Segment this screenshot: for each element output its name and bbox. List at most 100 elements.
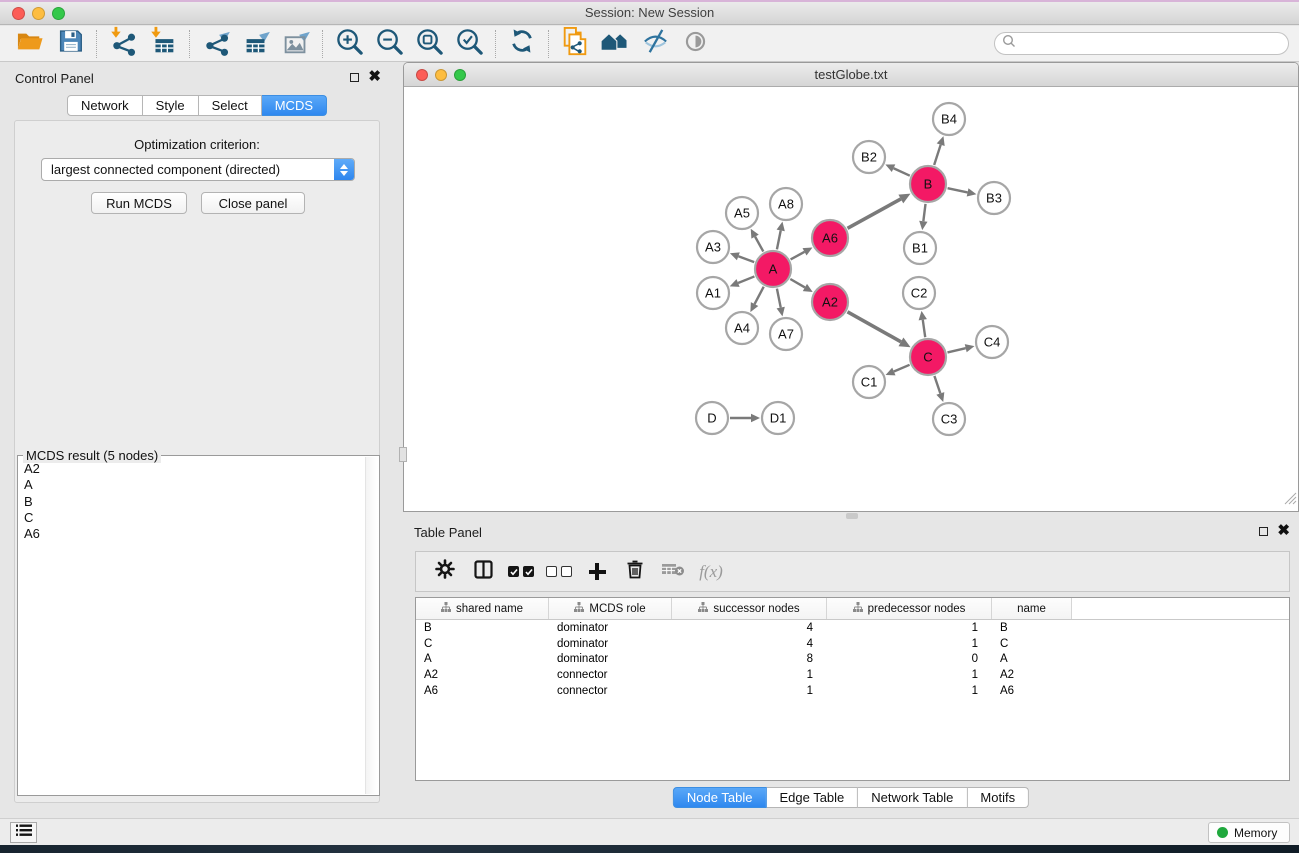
edge-B-B3[interactable] — [948, 188, 968, 192]
edge-B-B2[interactable] — [894, 168, 910, 175]
cell-mcds-role[interactable]: dominator — [549, 638, 672, 650]
column-header-mcds-role[interactable]: MCDS role — [549, 598, 672, 619]
cell-predecessor-nodes[interactable]: 1 — [827, 622, 992, 634]
edge-A-A1[interactable] — [738, 276, 754, 283]
tab-select[interactable]: Select — [199, 95, 262, 116]
result-item-c[interactable]: C — [18, 510, 365, 526]
cell-mcds-role[interactable]: connector — [549, 669, 672, 681]
function-builder-button[interactable]: f(x) — [692, 556, 730, 588]
cell-mcds-role[interactable]: dominator — [549, 622, 672, 634]
zoom-in-button[interactable] — [329, 28, 369, 60]
edge-C-C4[interactable] — [947, 348, 965, 352]
cell-name[interactable]: C — [992, 638, 1072, 650]
home-button[interactable] — [595, 28, 635, 60]
cell-shared-name[interactable]: A2 — [416, 669, 549, 681]
tab-mcds[interactable]: MCDS — [262, 95, 327, 116]
edge-A-A7[interactable] — [777, 289, 781, 308]
tab-motifs[interactable]: Motifs — [967, 787, 1029, 808]
edge-A-A3[interactable] — [738, 256, 754, 262]
open-session-button[interactable] — [10, 28, 50, 60]
horizontal-divider-grip[interactable] — [846, 513, 858, 519]
edge-B-B4[interactable] — [934, 145, 941, 165]
export-table-button[interactable] — [236, 28, 276, 60]
search-input[interactable] — [1016, 35, 1288, 53]
import-network-button[interactable] — [103, 28, 143, 60]
edge-A-A4[interactable] — [755, 287, 764, 304]
show-column-button[interactable] — [464, 556, 502, 588]
select-all-button[interactable] — [502, 556, 540, 588]
zoom-out-button[interactable] — [369, 28, 409, 60]
zoom-window-button[interactable] — [52, 7, 65, 20]
export-image-button[interactable] — [276, 28, 316, 60]
result-item-a6[interactable]: A6 — [18, 526, 365, 542]
cell-name[interactable]: A2 — [992, 669, 1072, 681]
result-scrollbar[interactable] — [365, 457, 378, 794]
cell-shared-name[interactable]: C — [416, 638, 549, 650]
task-history-button[interactable] — [10, 822, 37, 843]
cell-shared-name[interactable]: A — [416, 653, 549, 665]
column-header-shared-name[interactable]: shared name — [416, 598, 549, 619]
column-header-name[interactable]: name — [992, 598, 1072, 619]
edge-A-A2[interactable] — [790, 279, 805, 287]
float-panel-icon[interactable] — [1259, 527, 1268, 536]
save-session-button[interactable] — [50, 28, 90, 60]
close-panel-icon[interactable]: ✖ — [368, 72, 381, 82]
memory-button[interactable]: Memory — [1208, 822, 1290, 843]
search-field[interactable] — [994, 32, 1289, 55]
panel-divider-grip[interactable] — [399, 447, 407, 462]
table-row[interactable]: Cdominator41C — [416, 636, 1289, 652]
cell-predecessor-nodes[interactable]: 1 — [827, 638, 992, 650]
cell-successor-nodes[interactable]: 1 — [672, 669, 827, 681]
tab-edge-table[interactable]: Edge Table — [766, 787, 858, 808]
column-header-successor-nodes[interactable]: successor nodes — [672, 598, 827, 619]
edge-C-C1[interactable] — [894, 365, 910, 372]
tab-network[interactable]: Network — [67, 95, 143, 116]
refresh-view-button[interactable] — [502, 28, 542, 60]
result-item-a[interactable]: A — [18, 477, 365, 493]
edge-C-C3[interactable] — [934, 376, 940, 393]
new-network-from-selection-button[interactable] — [555, 28, 595, 60]
cell-mcds-role[interactable]: dominator — [549, 653, 672, 665]
edge-C-C2[interactable] — [923, 320, 925, 337]
cell-name[interactable]: A6 — [992, 685, 1072, 697]
column-header-predecessor-nodes[interactable]: predecessor nodes — [827, 598, 992, 619]
edge-A-A6[interactable] — [791, 252, 805, 260]
tab-node-table[interactable]: Node Table — [673, 787, 767, 808]
edge-A6-B[interactable] — [848, 199, 901, 228]
deselect-all-button[interactable] — [540, 556, 578, 588]
create-column-button[interactable] — [578, 556, 616, 588]
delete-column-button[interactable] — [616, 556, 654, 588]
close-panel-button[interactable]: Close panel — [201, 192, 305, 214]
tab-network-table[interactable]: Network Table — [858, 787, 967, 808]
cell-successor-nodes[interactable]: 4 — [672, 638, 827, 650]
close-window-button[interactable] — [12, 7, 25, 20]
run-mcds-button[interactable]: Run MCDS — [91, 192, 187, 214]
cell-shared-name[interactable]: B — [416, 622, 549, 634]
table-row[interactable]: Adominator80A — [416, 652, 1289, 668]
zoom-fit-button[interactable] — [409, 28, 449, 60]
cell-name[interactable]: A — [992, 653, 1072, 665]
edge-B-B1[interactable] — [923, 204, 925, 221]
tab-style[interactable]: Style — [143, 95, 199, 116]
zoom-selected-button[interactable] — [449, 28, 489, 60]
delete-table-button[interactable] — [654, 556, 692, 588]
network-zoom-button[interactable] — [454, 69, 466, 81]
optimization-criterion-dropdown[interactable]: largest connected component (directed) — [41, 158, 355, 181]
table-settings-button[interactable] — [426, 556, 464, 588]
network-close-button[interactable] — [416, 69, 428, 81]
network-minimize-button[interactable] — [435, 69, 447, 81]
result-item-a2[interactable]: A2 — [18, 461, 365, 477]
network-canvas[interactable]: B4B2BB3A5A8A6A3B1AA1C2A2A4A7C4CC1C3DD1 — [404, 88, 1298, 511]
cell-shared-name[interactable]: A6 — [416, 685, 549, 697]
cell-mcds-role[interactable]: connector — [549, 685, 672, 697]
cell-successor-nodes[interactable]: 1 — [672, 685, 827, 697]
minimize-window-button[interactable] — [32, 7, 45, 20]
edge-A-A5[interactable] — [755, 237, 763, 252]
edge-A2-C[interactable] — [847, 312, 901, 342]
cell-predecessor-nodes[interactable]: 0 — [827, 653, 992, 665]
hide-selected-button[interactable] — [635, 28, 675, 60]
export-network-button[interactable] — [196, 28, 236, 60]
resize-grip-icon[interactable] — [1284, 492, 1297, 510]
table-row[interactable]: A6connector11A6 — [416, 683, 1289, 699]
cell-successor-nodes[interactable]: 8 — [672, 653, 827, 665]
